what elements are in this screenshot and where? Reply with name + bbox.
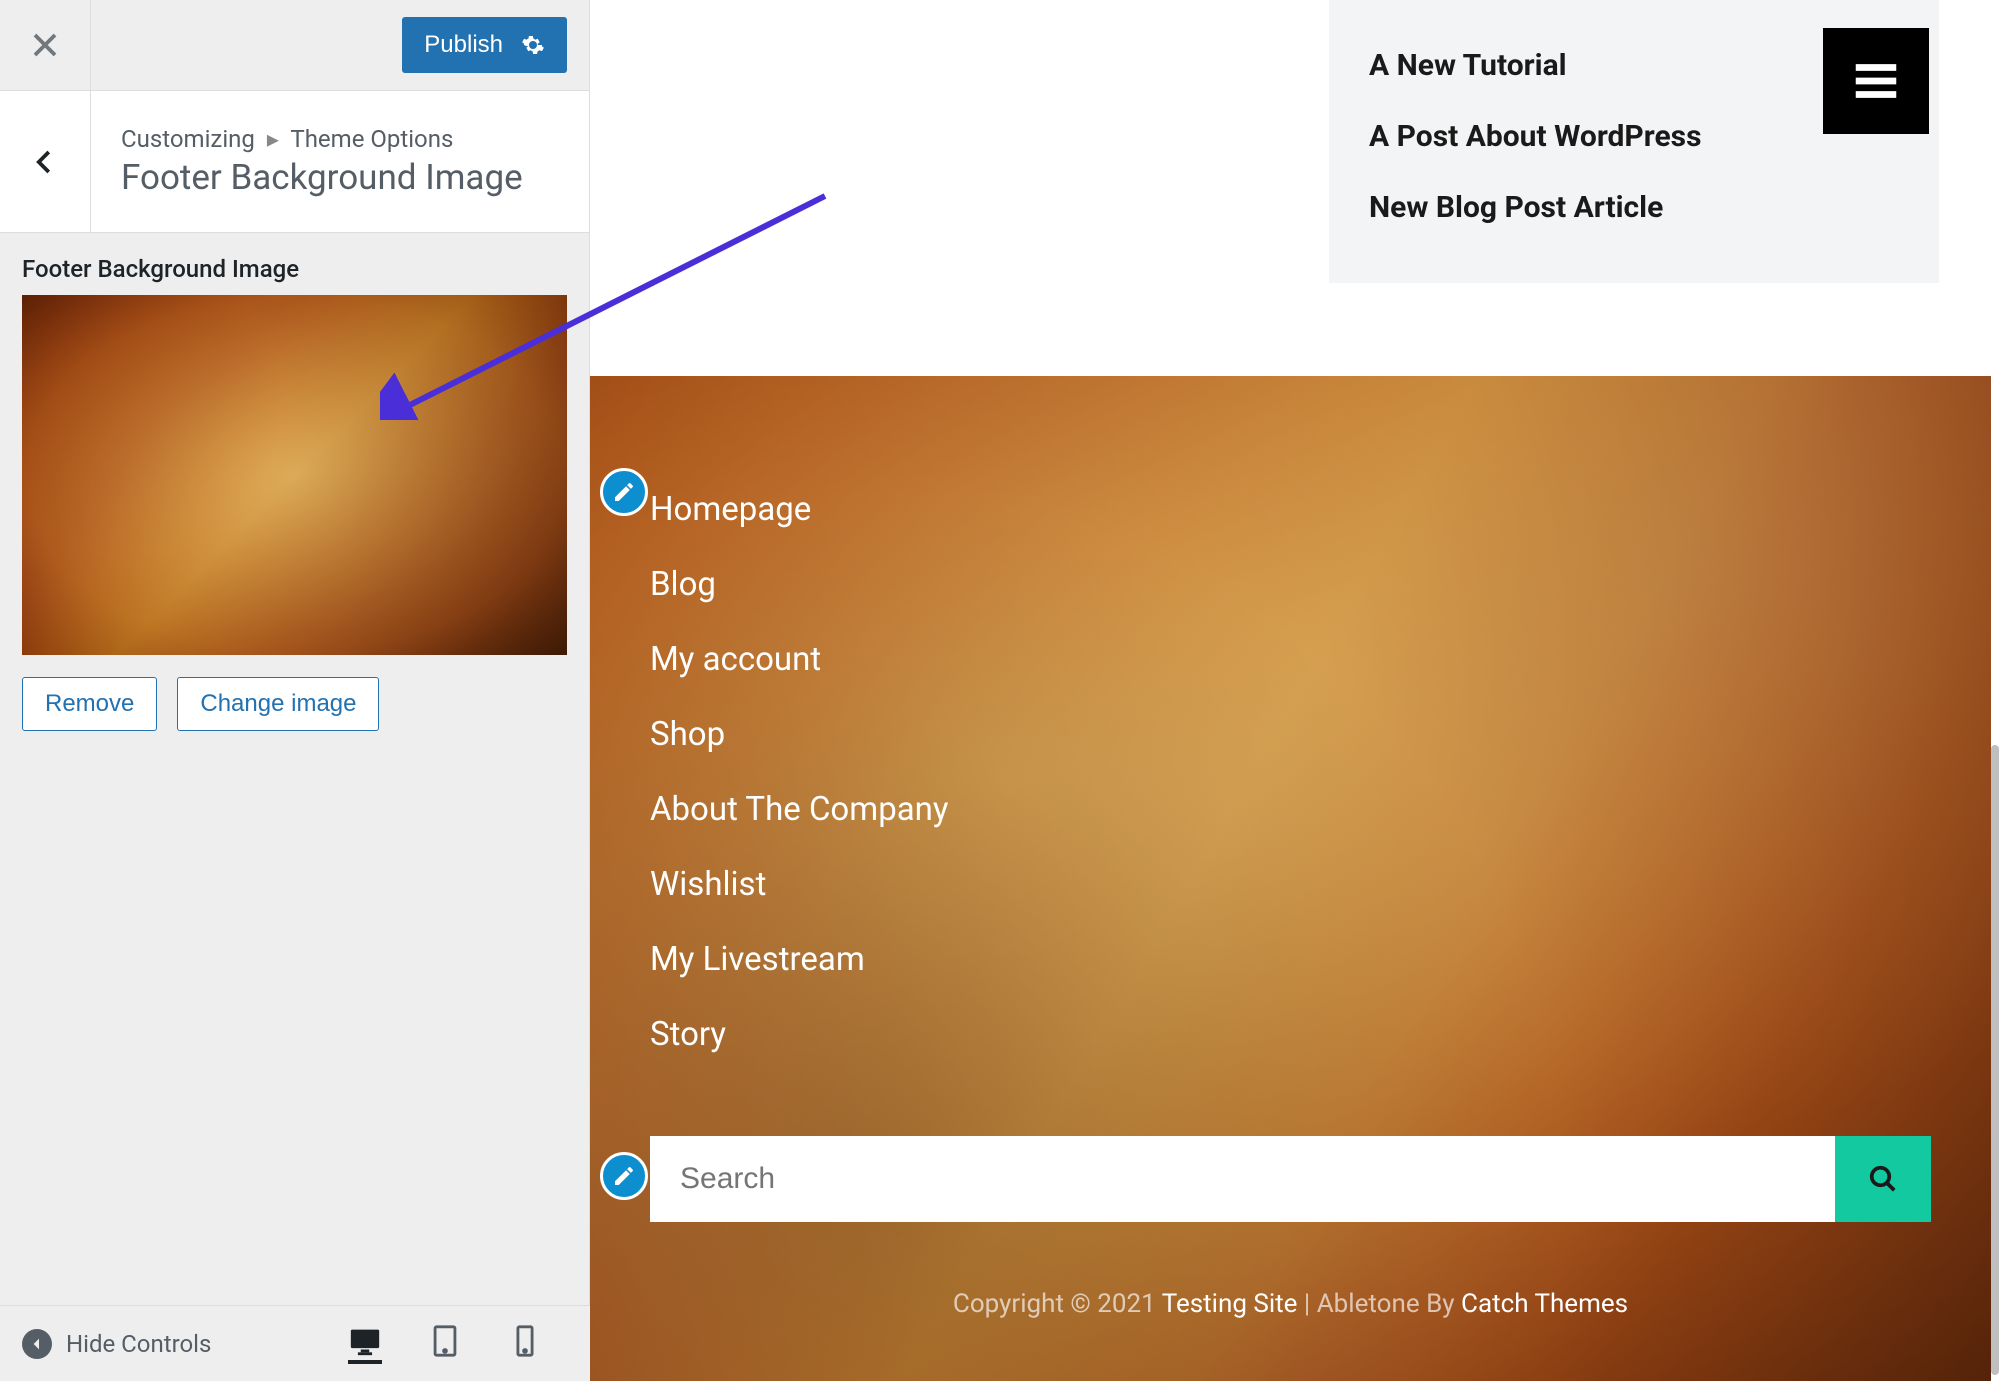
tablet-icon <box>428 1324 462 1358</box>
breadcrumb: Customizing ▸ Theme Options <box>121 125 523 153</box>
footer-nav-item[interactable]: Shop <box>650 697 949 772</box>
change-image-button[interactable]: Change image <box>177 677 379 731</box>
search-button[interactable] <box>1835 1136 1931 1222</box>
field-label: Footer Background Image <box>22 255 567 283</box>
hamburger-icon <box>1849 54 1903 108</box>
copyright-sep: | <box>1297 1289 1316 1319</box>
footer-nav-item[interactable]: Homepage <box>650 472 949 547</box>
chevron-left-icon <box>30 147 60 177</box>
device-toolbar: Hide Controls <box>0 1305 590 1381</box>
footer-nav-item[interactable]: Wishlist <box>650 847 949 922</box>
footer-nav-item[interactable]: About The Company <box>650 772 949 847</box>
collapse-icon <box>22 1329 52 1359</box>
pencil-icon <box>612 480 636 504</box>
hide-controls-label: Hide Controls <box>66 1330 211 1358</box>
breadcrumb-parent: Customizing <box>121 125 255 153</box>
customizer-sidebar: Publish Customizing ▸ Theme Options Foot… <box>0 0 590 1381</box>
search-icon <box>1868 1164 1898 1194</box>
edit-shortcut-search[interactable] <box>600 1152 648 1200</box>
recent-post-link[interactable]: New Blog Post Article <box>1369 172 1899 243</box>
menu-toggle-button[interactable] <box>1823 28 1929 134</box>
copyright-prefix: Copyright © 2021 <box>953 1289 1162 1319</box>
publish-button[interactable]: Publish <box>402 17 567 73</box>
gear-icon <box>521 33 545 57</box>
device-tablet-button[interactable] <box>428 1324 462 1364</box>
copyright-theme-prefix: Abletone By <box>1317 1289 1461 1319</box>
panel-body: Footer Background Image Remove Change im… <box>0 233 589 753</box>
sidebar-header: Publish <box>0 0 589 91</box>
image-preview[interactable] <box>22 295 567 655</box>
panel-nav: Customizing ▸ Theme Options Footer Backg… <box>0 91 589 233</box>
breadcrumb-child: Theme Options <box>290 125 453 153</box>
mobile-icon <box>508 1324 542 1358</box>
search-input[interactable] <box>650 1136 1835 1222</box>
remove-button[interactable]: Remove <box>22 677 157 731</box>
copyright-site-link[interactable]: Testing Site <box>1162 1289 1298 1319</box>
footer-nav-item[interactable]: Story <box>650 997 949 1072</box>
close-button[interactable] <box>0 0 91 91</box>
hide-controls-button[interactable]: Hide Controls <box>0 1329 211 1359</box>
back-button[interactable] <box>0 91 91 233</box>
edit-shortcut-nav[interactable] <box>600 468 648 516</box>
close-icon <box>30 30 60 60</box>
pencil-icon <box>612 1164 636 1188</box>
breadcrumb-separator: ▸ <box>267 125 279 153</box>
copyright: Copyright © 2021 Testing Site | Abletone… <box>590 1289 1991 1319</box>
scrollbar[interactable] <box>1991 745 1999 1375</box>
publish-label: Publish <box>424 31 503 59</box>
recent-post-link[interactable]: A New Tutorial <box>1369 30 1899 101</box>
device-desktop-button[interactable] <box>348 1324 382 1364</box>
footer-nav: Homepage Blog My account Shop About The … <box>650 472 949 1072</box>
footer-nav-item[interactable]: My account <box>650 622 949 697</box>
copyright-theme-link[interactable]: Catch Themes <box>1461 1289 1628 1319</box>
footer-nav-item[interactable]: Blog <box>650 547 949 622</box>
recent-post-link[interactable]: A Post About WordPress <box>1369 101 1899 172</box>
site-preview: A New Tutorial A Post About WordPress Ne… <box>590 0 1999 1381</box>
footer-nav-item[interactable]: My Livestream <box>650 922 949 997</box>
device-mobile-button[interactable] <box>508 1324 542 1364</box>
desktop-icon <box>348 1324 382 1358</box>
footer-search <box>650 1136 1931 1222</box>
site-footer: Homepage Blog My account Shop About The … <box>590 376 1991 1381</box>
panel-title: Footer Background Image <box>121 157 523 198</box>
